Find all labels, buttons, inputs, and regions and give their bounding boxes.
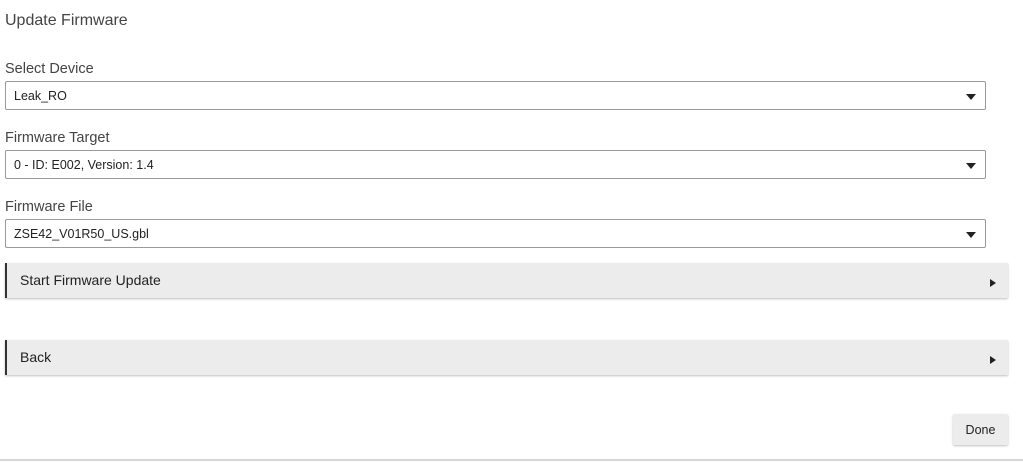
play-icon <box>990 356 996 364</box>
back-button[interactable]: Back <box>5 340 1008 375</box>
done-button[interactable]: Done <box>953 414 1008 445</box>
caret-down-icon <box>966 232 976 238</box>
start-firmware-update-button[interactable]: Start Firmware Update <box>5 263 1008 298</box>
firmware-target-dropdown[interactable]: 0 - ID: E002, Version: 1.4 <box>5 150 986 179</box>
select-device-dropdown[interactable]: Leak_RO <box>5 81 986 110</box>
select-device-label: Select Device <box>5 61 94 77</box>
select-device-value: Leak_RO <box>14 89 67 103</box>
bottom-divider <box>0 459 1023 461</box>
firmware-target-value: 0 - ID: E002, Version: 1.4 <box>14 158 154 172</box>
play-icon <box>990 279 996 287</box>
firmware-file-dropdown[interactable]: ZSE42_V01R50_US.gbl <box>5 219 986 248</box>
firmware-file-value: ZSE42_V01R50_US.gbl <box>14 227 149 241</box>
start-firmware-update-label: Start Firmware Update <box>20 272 161 288</box>
firmware-target-label: Firmware Target <box>5 130 110 146</box>
firmware-file-label: Firmware File <box>5 199 93 215</box>
back-label: Back <box>20 349 52 365</box>
caret-down-icon <box>966 94 976 100</box>
page-title: Update Firmware <box>5 12 128 29</box>
caret-down-icon <box>966 163 976 169</box>
